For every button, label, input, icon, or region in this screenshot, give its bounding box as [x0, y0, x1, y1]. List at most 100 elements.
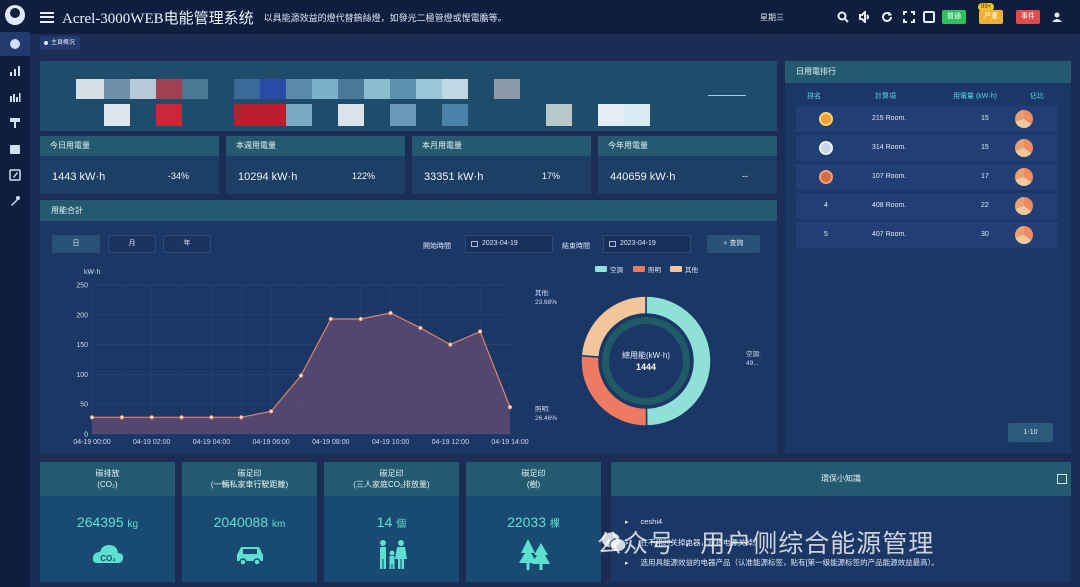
watermark-text: 公众号 · 用户侧综合能源管理	[597, 530, 935, 558]
col-item: 計算項	[875, 93, 896, 100]
card-value: 22033	[507, 514, 547, 530]
weekday-label: 星期三	[760, 13, 784, 22]
stat-label: 本週用電量	[226, 136, 405, 156]
alarm-serious-button[interactable]: 严重	[979, 10, 1003, 24]
slice-label-其他: 其他:	[535, 288, 550, 297]
stat-percent: -34%	[168, 171, 190, 181]
user-icon[interactable]	[1050, 10, 1063, 23]
ranking-row[interactable]: 215 Room. 15	[796, 106, 1058, 132]
rank-item: 408 Room.	[872, 202, 907, 209]
card-unit: 個	[396, 519, 407, 530]
menu-toggle-icon[interactable]	[40, 11, 54, 23]
slice-percent-空調: 49...	[746, 360, 759, 367]
rank-item: 314 Room.	[872, 144, 907, 151]
silver-medal-icon	[819, 141, 833, 155]
rank-value: 22	[981, 202, 989, 209]
data-point	[507, 404, 513, 410]
translate-icon[interactable]	[922, 10, 935, 23]
card-title: 碳排放	[95, 469, 120, 478]
donut-center-value: 1444	[636, 362, 656, 372]
slice-percent-其他: 23.68%	[535, 299, 557, 306]
folder-icon[interactable]	[6, 140, 24, 158]
stat-percent: --	[742, 171, 748, 181]
gold-medal-icon	[819, 112, 833, 126]
slice-label-照明: 照明:	[535, 405, 550, 413]
card-subtitle: (CO₂)	[97, 480, 118, 489]
dashboard-icon[interactable]	[0, 32, 30, 56]
y-tick-label: 250	[76, 283, 88, 290]
stat-value: 33351 kW·h	[424, 171, 484, 183]
card-value: 2040088	[213, 514, 269, 530]
legend-swatch-空調	[595, 266, 607, 272]
ranking-row[interactable]: 107 Room. 17	[796, 164, 1058, 190]
share-pie-icon	[1015, 139, 1033, 157]
tree-card: 碳足印 (樹) 22033 棵	[466, 462, 601, 582]
search-icon[interactable]	[836, 10, 849, 23]
y-tick-label: 0	[84, 432, 88, 439]
tips-title: 環保小知識	[611, 462, 1071, 496]
stat-card-today: 今日用電量 1443 kW·h -34%	[40, 136, 219, 194]
x-tick-label: 04-19 00:00	[73, 439, 110, 446]
card-unit: 棵	[549, 519, 560, 530]
fullscreen-icon[interactable]	[902, 10, 915, 23]
y-axis-unit: kW·h	[84, 269, 100, 276]
energy-total-panel: 用能合計 日 月 年 開始時間 2023-04-19 結束時間 2023-04-…	[40, 200, 777, 454]
card-subtitle: (三人家庭CO₂排放量)	[353, 480, 430, 489]
bar-chart-icon[interactable]	[6, 62, 24, 80]
slice-label-空調: 空調:	[746, 349, 761, 358]
family-emission-card: 碳足印 (三人家庭CO₂排放量) 14 個	[324, 462, 459, 582]
rank-value: 15	[981, 115, 989, 122]
card-title: 碳足印	[237, 469, 262, 478]
stat-card-year: 今年用電量 440659 kW·h --	[598, 136, 777, 194]
stat-label: 本月用電量	[412, 136, 591, 156]
share-pie-icon	[1015, 226, 1033, 244]
event-button[interactable]: 事件	[1016, 10, 1040, 24]
breadcrumb-label: 主頁概況	[51, 40, 76, 46]
car-distance-card: 碳足印 (一輛私家車行駛距離) 2040088 km	[182, 462, 317, 582]
ranking-row[interactable]: 314 Room. 15	[796, 135, 1058, 161]
data-point	[298, 373, 304, 378]
ranking-row[interactable]: 4 408 Room. 22	[796, 193, 1058, 219]
x-tick-label: 04-19 12:00	[432, 439, 469, 446]
sound-icon[interactable]	[858, 10, 871, 23]
stat-percent: 122%	[352, 171, 376, 181]
y-tick-label: 150	[76, 342, 88, 349]
card-value: 14	[376, 514, 393, 530]
y-tick-label: 200	[76, 312, 88, 319]
ranking-row[interactable]: 5 407 Room. 30	[796, 222, 1058, 248]
side-rail	[0, 0, 30, 587]
data-point	[149, 415, 154, 420]
tree-icon	[518, 539, 550, 570]
notification-badge: 99+	[978, 3, 995, 11]
stat-card-week: 本週用電量 10294 kW·h 122%	[226, 136, 405, 194]
header-slogan: 以具能源效益的燈代替鎢絲燈，如發光二極管燈或慳電膽等。	[263, 12, 507, 23]
app-title: Acrel-3000WEB电能管理系统	[62, 10, 254, 27]
card-unit: km	[272, 519, 286, 530]
legend-swatch-照明	[633, 266, 645, 272]
rank-value: 30	[981, 231, 989, 238]
pagination-button[interactable]: 1-10	[1008, 423, 1053, 442]
card-title: 碳足印	[521, 469, 546, 478]
banner-image	[40, 61, 777, 131]
stat-value: 440659 kW·h	[610, 171, 676, 183]
edit-icon[interactable]	[6, 166, 24, 184]
data-point	[418, 325, 423, 331]
data-point	[477, 329, 483, 334]
data-point	[388, 310, 393, 316]
x-tick-label: 04-19 02:00	[133, 439, 170, 446]
x-tick-label: 04-19 04:00	[193, 439, 230, 446]
data-point	[328, 316, 334, 322]
settings-tools-icon[interactable]	[6, 192, 24, 210]
tips-menu-icon[interactable]	[1057, 474, 1067, 484]
alarm-normal-button[interactable]: 普通	[942, 10, 966, 24]
ranking-title: 日用電排行	[785, 61, 1071, 83]
data-point	[179, 415, 184, 420]
breadcrumb[interactable]: 主頁概況	[40, 36, 81, 50]
refresh-icon[interactable]	[880, 10, 893, 23]
statistics-icon[interactable]	[6, 88, 24, 106]
user-avatar-icon[interactable]	[5, 5, 25, 25]
card-title: 碳足印	[379, 469, 404, 478]
tools-icon[interactable]	[6, 114, 24, 132]
data-point	[239, 415, 244, 420]
breadcrumb-dot-icon	[44, 41, 48, 45]
